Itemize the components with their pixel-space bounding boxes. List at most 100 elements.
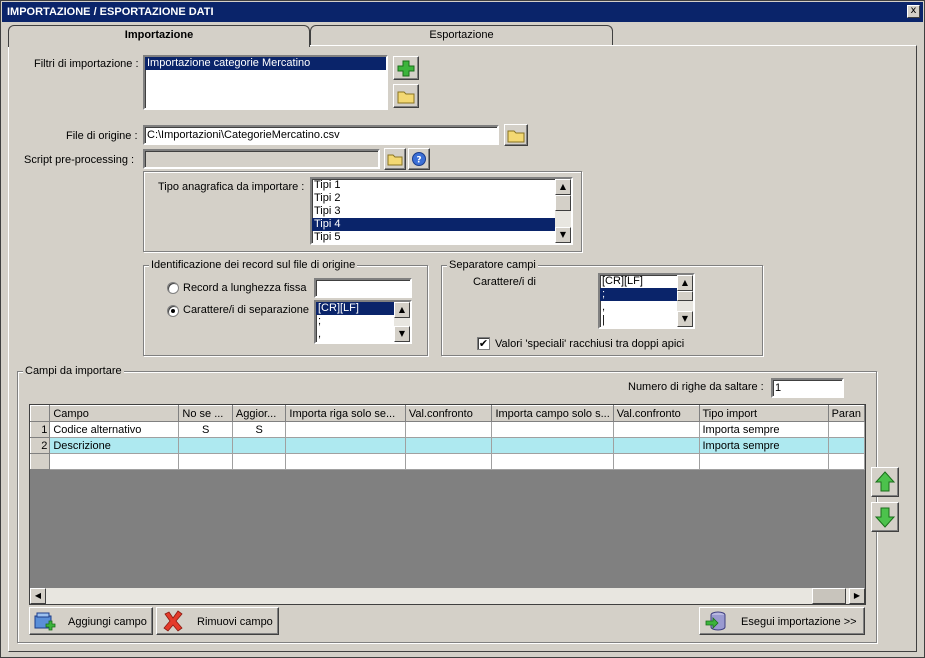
column-header[interactable]: Importa campo solo s... <box>491 405 614 422</box>
radio-fixed-length-label: Record a lunghezza fissa <box>183 282 307 294</box>
fields-group-title: Campi da importare <box>23 365 124 377</box>
cell-val-confronto[interactable] <box>612 437 700 454</box>
fields-grid[interactable]: Campo No se ... Aggior... Importa riga s… <box>29 404 866 605</box>
cell-empty[interactable] <box>231 453 287 470</box>
cell-empty[interactable] <box>285 453 406 470</box>
list-item[interactable]: [CR][LF] <box>316 302 394 315</box>
table-row[interactable]: 2 Descrizione Importa sempre <box>30 437 865 454</box>
remove-field-button[interactable]: Rimuovi campo <box>156 607 279 635</box>
scroll-up-icon[interactable]: ▲ <box>677 275 693 291</box>
cell-empty[interactable] <box>827 453 865 470</box>
cell-importa-riga[interactable] <box>285 437 406 454</box>
anagrafica-scrollbar[interactable]: ▲ ▼ <box>555 179 571 243</box>
record-separator-scrollbar[interactable]: ▲ ▼ <box>394 302 410 342</box>
column-header[interactable]: Aggior... <box>231 405 287 422</box>
record-separator-list[interactable]: [CR][LF] ; , ▲ ▼ <box>314 300 412 344</box>
column-header[interactable]: No se ... <box>178 405 233 422</box>
row-number[interactable] <box>30 453 51 470</box>
import-export-window: IMPORTAZIONE / ESPORTAZIONE DATI x Impor… <box>0 0 925 658</box>
cell-aggior[interactable] <box>231 437 287 454</box>
add-field-button[interactable]: Aggiungi campo <box>29 607 153 635</box>
tab-esportazione[interactable]: Esportazione <box>310 25 613 46</box>
cell-empty[interactable] <box>698 453 829 470</box>
help-button[interactable]: ? <box>408 148 430 170</box>
filters-list-item[interactable]: Importazione categorie Mercatino <box>145 57 386 70</box>
source-file-value: C:\Importazioni\CategorieMercatino.csv <box>147 129 340 141</box>
move-up-button[interactable] <box>871 467 899 497</box>
database-import-icon <box>705 611 726 631</box>
column-header[interactable]: Val.confronto <box>404 405 493 422</box>
cell-tipo-import[interactable]: Importa sempre <box>698 421 829 438</box>
cell-importa-campo[interactable] <box>491 421 614 438</box>
column-header[interactable]: Tipo import <box>698 405 829 422</box>
cell-aggior[interactable]: S <box>231 421 287 438</box>
source-file-input[interactable]: C:\Importazioni\CategorieMercatino.csv <box>143 125 499 145</box>
browse-script-button[interactable] <box>384 148 406 170</box>
run-import-button[interactable]: Esegui importazione >> <box>699 607 865 635</box>
scroll-up-icon[interactable]: ▲ <box>555 179 571 195</box>
scroll-down-icon[interactable]: ▼ <box>677 311 693 327</box>
cell-empty[interactable] <box>491 453 614 470</box>
script-input[interactable] <box>143 149 380 169</box>
cell-val-confronto[interactable] <box>612 421 700 438</box>
tab-importazione[interactable]: Importazione <box>8 25 310 47</box>
browse-file-button[interactable] <box>504 124 528 146</box>
cell-param[interactable] <box>827 437 865 454</box>
list-item[interactable]: Tipi 5 <box>312 231 571 243</box>
scroll-left-icon[interactable]: ◀ <box>30 588 46 604</box>
cell-val-confronto[interactable] <box>404 437 493 454</box>
cell-tipo-import[interactable]: Importa sempre <box>698 437 829 454</box>
cell-val-confronto[interactable] <box>404 421 493 438</box>
scroll-down-icon[interactable]: ▼ <box>555 227 571 243</box>
anagrafica-list[interactable]: Tipi 1 Tipi 2 Tipi 3 Tipi 4 Tipi 5 ▲ ▼ <box>310 177 573 245</box>
column-header[interactable]: Val.confronto <box>612 405 700 422</box>
field-separator-list[interactable]: [CR][LF] ; , | ▲ ▼ <box>598 273 695 329</box>
cell-param[interactable] <box>827 421 865 438</box>
fixed-length-input[interactable] <box>314 278 412 298</box>
cell-importa-campo[interactable] <box>491 437 614 454</box>
move-down-button[interactable] <box>871 502 899 532</box>
title-bar[interactable]: IMPORTAZIONE / ESPORTAZIONE DATI <box>2 2 923 22</box>
scroll-down-icon[interactable]: ▼ <box>394 326 410 342</box>
skip-rows-input[interactable]: 1 <box>771 378 844 398</box>
field-separator-scrollbar[interactable]: ▲ ▼ <box>677 275 693 327</box>
grid-hscrollbar[interactable]: ◀ ▶ <box>30 588 865 604</box>
scroll-thumb[interactable] <box>555 195 571 211</box>
cell-no-se[interactable]: S <box>178 421 233 438</box>
radio-separator-label: Carattere/i di separazione <box>183 304 309 316</box>
cell-no-se[interactable] <box>178 437 233 454</box>
list-item[interactable]: ; <box>600 288 677 301</box>
cell-importa-riga[interactable] <box>285 421 406 438</box>
filters-list[interactable]: Importazione categorie Mercatino <box>143 55 388 110</box>
add-field-label: Aggiungi campo <box>68 616 147 628</box>
cell-empty[interactable] <box>404 453 493 470</box>
table-row-new[interactable] <box>30 453 865 470</box>
quoted-values-checkbox[interactable]: ✔ <box>477 337 490 350</box>
close-button[interactable]: x <box>907 5 920 18</box>
radio-fixed-length[interactable] <box>167 282 179 294</box>
scroll-thumb[interactable] <box>812 588 846 604</box>
column-header[interactable]: Paran <box>827 405 865 422</box>
add-filter-button[interactable] <box>393 56 419 80</box>
cell-empty[interactable] <box>49 453 180 470</box>
row-number[interactable]: 1 <box>30 421 51 438</box>
scroll-thumb[interactable] <box>677 291 693 301</box>
radio-separator[interactable] <box>167 305 179 317</box>
column-header[interactable]: Campo <box>49 405 180 422</box>
cell-campo[interactable]: Descrizione <box>49 437 180 454</box>
list-item[interactable]: Tipi 2 <box>312 192 571 205</box>
row-number[interactable]: 2 <box>30 437 51 454</box>
list-item[interactable]: Tipi 4 <box>312 218 571 231</box>
table-row[interactable]: 1 Codice alternativo S S Importa sempre <box>30 421 865 438</box>
folder-icon <box>397 91 415 104</box>
cell-empty[interactable] <box>178 453 233 470</box>
column-header[interactable]: Importa riga solo se... <box>285 405 406 422</box>
open-filter-button[interactable] <box>393 84 419 108</box>
list-item[interactable]: Tipi 3 <box>312 205 571 218</box>
scroll-right-icon[interactable]: ▶ <box>849 588 865 604</box>
list-item[interactable]: Tipi 1 <box>312 179 571 192</box>
scroll-up-icon[interactable]: ▲ <box>394 302 410 318</box>
script-label: Script pre-processing : <box>24 154 135 166</box>
cell-campo[interactable]: Codice alternativo <box>49 421 180 438</box>
cell-empty[interactable] <box>612 453 700 470</box>
